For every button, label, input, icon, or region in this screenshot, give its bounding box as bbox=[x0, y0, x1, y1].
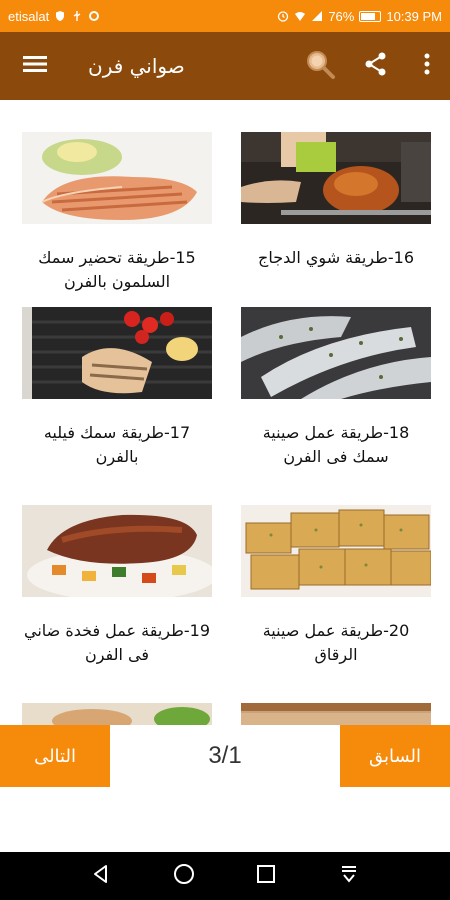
recents-button[interactable] bbox=[246, 856, 286, 896]
search-button[interactable] bbox=[292, 32, 348, 100]
recipe-title: 18-طريقة عمل صينية سمك فى الفرن bbox=[262, 423, 410, 466]
previous-button[interactable]: السابق bbox=[340, 725, 450, 787]
system-nav-bar bbox=[0, 852, 450, 900]
recipe-card-20[interactable]: 20-طريقة عمل صينية الرقاق bbox=[241, 505, 431, 667]
recipe-card-partial-left[interactable] bbox=[22, 703, 212, 725]
recipe-grid: 15-طريقة تحضير سمك السلمون بالفرن 16-طري… bbox=[0, 100, 450, 725]
pager: التالى 3/1 السابق bbox=[0, 725, 450, 787]
recipe-card-18[interactable]: 18-طريقة عمل صينية سمك فى الفرن bbox=[241, 307, 431, 469]
fish-fillet-photo bbox=[22, 307, 212, 399]
page-indicator: 3/1 bbox=[208, 742, 242, 769]
recipe-card-17[interactable]: 17-طريقة سمك فيليه بالفرن bbox=[22, 307, 212, 469]
recipe-title: 19-طريقة عمل فخدة ضاني فى الفرن bbox=[24, 621, 210, 664]
recipe-title: 17-طريقة سمك فيليه بالفرن bbox=[43, 423, 191, 466]
home-circle-icon bbox=[173, 863, 195, 889]
wifi-icon bbox=[294, 10, 306, 22]
pull-down-icon bbox=[339, 864, 359, 888]
recipe-title: 15-طريقة تحضير سمك السلمون بالفرن bbox=[38, 248, 196, 291]
share-button[interactable] bbox=[348, 32, 404, 100]
alarm-icon bbox=[277, 10, 289, 22]
battery-icon bbox=[359, 10, 382, 22]
whatsapp-icon bbox=[88, 10, 100, 22]
baked-fish-tray-photo bbox=[241, 307, 431, 399]
food-photo bbox=[22, 703, 212, 725]
app-title: صواني فرن bbox=[88, 54, 185, 78]
carrier-name: etisalat bbox=[8, 8, 50, 24]
app-bar: صواني فرن bbox=[0, 32, 450, 100]
recipe-card-16[interactable]: 16-طريقة شوي الدجاج bbox=[241, 132, 431, 270]
next-button[interactable]: التالى bbox=[0, 725, 110, 787]
food-photo bbox=[241, 703, 431, 725]
recipe-title: 20-طريقة عمل صينية الرقاق bbox=[262, 621, 410, 664]
recents-square-icon bbox=[256, 864, 276, 888]
roqaq-tray-photo bbox=[241, 505, 431, 597]
battery-percent: 76% bbox=[328, 8, 355, 24]
salmon-photo bbox=[22, 132, 212, 224]
status-right: 76% 10:39 PM bbox=[277, 9, 442, 24]
recipe-card-19[interactable]: 19-طريقة عمل فخدة ضاني فى الفرن bbox=[22, 505, 212, 667]
signal-icon bbox=[311, 10, 323, 22]
overflow-menu-button[interactable] bbox=[404, 32, 450, 100]
usb-icon bbox=[71, 10, 83, 22]
share-icon bbox=[364, 51, 388, 81]
home-button[interactable] bbox=[164, 856, 204, 896]
recipe-card-partial-right[interactable] bbox=[241, 703, 431, 725]
recipe-title: 16-طريقة شوي الدجاج bbox=[258, 248, 414, 267]
back-triangle-icon bbox=[91, 864, 111, 888]
notification-pull-button[interactable] bbox=[329, 856, 369, 896]
recipe-card-15[interactable]: 15-طريقة تحضير سمك السلمون بالفرن bbox=[22, 132, 212, 294]
status-bar: etisalat 76% 10:39 PM bbox=[0, 0, 450, 32]
menu-button[interactable] bbox=[0, 32, 70, 100]
status-left: etisalat bbox=[8, 9, 100, 24]
search-icon bbox=[304, 48, 336, 84]
clock: 10:39 PM bbox=[386, 8, 442, 24]
shield-icon bbox=[54, 10, 66, 22]
more-vert-icon bbox=[423, 52, 431, 80]
lamb-leg-photo bbox=[22, 505, 212, 597]
back-button[interactable] bbox=[81, 856, 121, 896]
roast-chicken-photo bbox=[241, 132, 431, 224]
hamburger-icon bbox=[22, 54, 48, 78]
